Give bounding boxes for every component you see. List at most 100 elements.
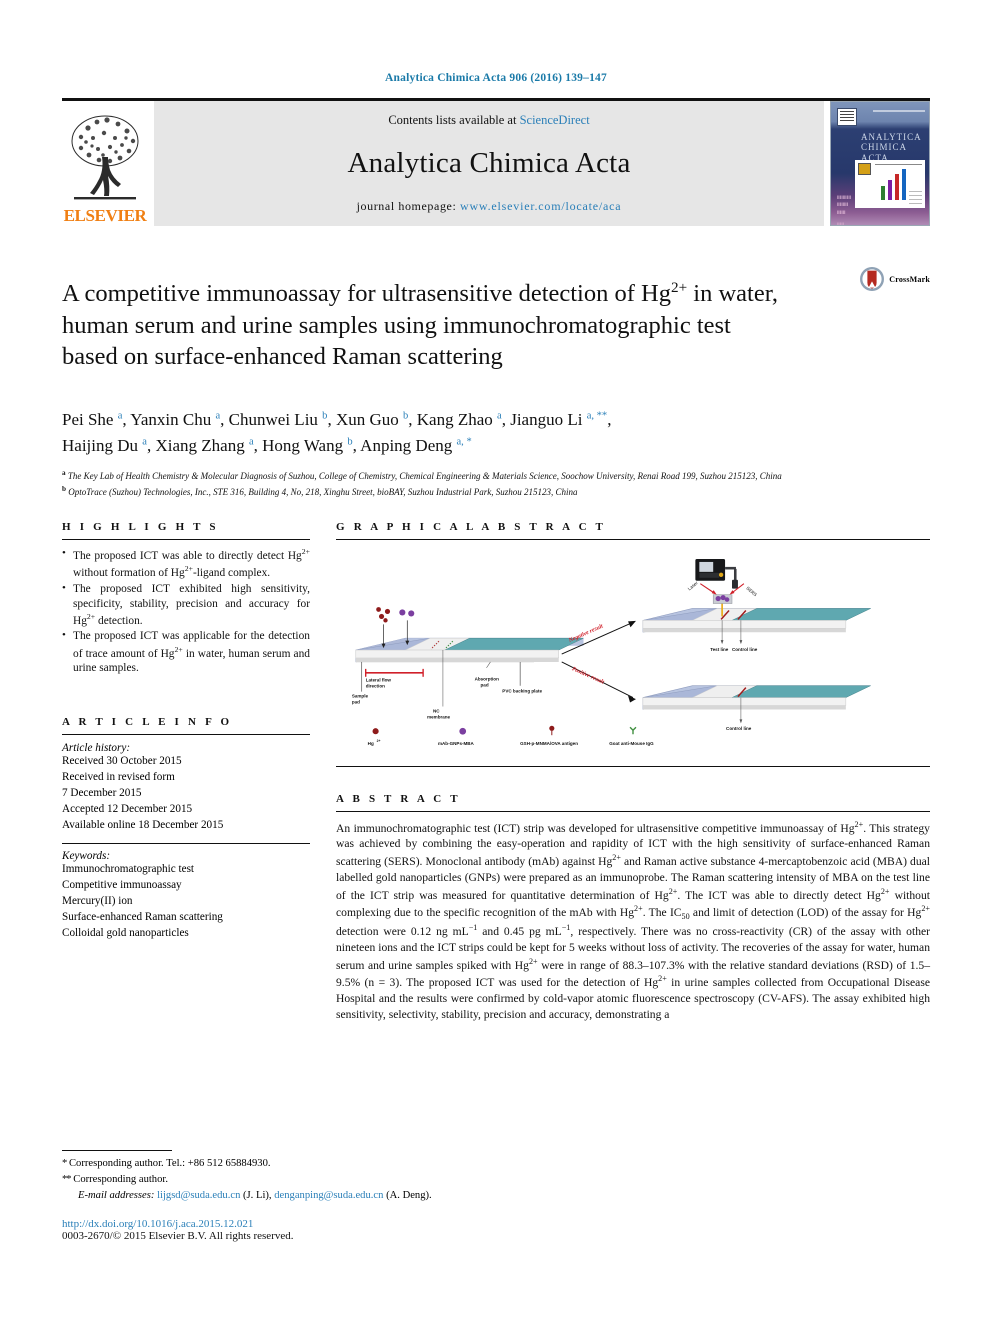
left-column: H I G H L I G H T S The proposed ICT was… bbox=[62, 521, 310, 1023]
doi-link[interactable]: http://dx.doi.org/10.1016/j.aca.2015.12.… bbox=[62, 1218, 622, 1230]
legend-item-hg: Hg bbox=[368, 741, 374, 746]
keywords-label: Keywords: bbox=[62, 849, 111, 862]
nc-membrane-label: NC bbox=[433, 708, 440, 713]
article-history-item: Available online 18 December 2015 bbox=[62, 819, 224, 832]
graphical-abstract-bottom-rule bbox=[336, 765, 930, 767]
abstract-text: An immunochromatographic test (ICT) stri… bbox=[336, 819, 931, 1021]
highlight-item: The proposed ICT exhibited high sensitiv… bbox=[62, 581, 310, 629]
highlights-list: The proposed ICT was able to directly de… bbox=[62, 546, 310, 677]
affiliation-a-mark: a bbox=[62, 468, 66, 477]
contents-available-line: Contents lists available at ScienceDirec… bbox=[388, 113, 589, 128]
keyword-item: Competitive immunoassay bbox=[62, 878, 182, 891]
cover-footer-text: ‖‖‖‖‖‖‖‖‖‖ ‖‖‖‖‖‖‖‖ ‖‖‖‖‖‖ bbox=[837, 195, 852, 216]
keyword-item: Colloidal gold nanoparticles bbox=[62, 926, 189, 939]
article-history-item: 7 December 2015 bbox=[62, 787, 142, 800]
elsevier-tree-icon bbox=[71, 115, 139, 200]
legend-item-igg: Goat anti-Mouse IgG bbox=[609, 741, 654, 746]
legend-antigen-glyph bbox=[549, 725, 555, 736]
right-column: G R A P H I C A L A B S T R A C T Latera… bbox=[336, 521, 930, 1023]
title-block: A competitive immunoassay for ultrasensi… bbox=[62, 262, 930, 389]
abstract-divider bbox=[336, 810, 930, 812]
corresponding-author-2: ** Corresponding author. bbox=[62, 1172, 622, 1188]
copyright-line: 0003-2670/© 2015 Elsevier B.V. All right… bbox=[62, 1229, 294, 1242]
control-line-only-label: Control line bbox=[726, 726, 752, 731]
sample-pad-label: Sample bbox=[352, 693, 369, 698]
cover-top-rule bbox=[873, 110, 925, 112]
highlight-item: The proposed ICT was able to directly de… bbox=[62, 546, 310, 581]
highlights-divider bbox=[62, 538, 310, 540]
affiliation-a: a The Key Lab of Health Chemistry & Mole… bbox=[62, 468, 930, 483]
lateral-flow-label: Lateral flow bbox=[366, 678, 392, 683]
email-owner-2: (A. Deng). bbox=[386, 1189, 432, 1201]
graphical-abstract-figure-wrap: Lateral flow direction Sample pad NC mem… bbox=[336, 538, 930, 767]
email-link-1[interactable]: lijgsd@suda.edu.cn bbox=[157, 1190, 240, 1201]
raman-reader-device: Laser SERS bbox=[687, 558, 758, 604]
corr-text-1: Corresponding author. Tel.: +86 512 6588… bbox=[68, 1158, 271, 1169]
absorption-pad-label-2: pad bbox=[481, 683, 489, 688]
laser-in-label: Laser bbox=[687, 580, 699, 591]
crossmark-badge[interactable]: CrossMark bbox=[859, 266, 930, 292]
journal-homepage-line: journal homepage: www.elsevier.com/locat… bbox=[357, 199, 622, 214]
cover-panel-line bbox=[875, 164, 922, 165]
title-superscript: 2+ bbox=[670, 279, 688, 297]
graphical-abstract-heading: G R A P H I C A L A B S T R A C T bbox=[336, 520, 607, 533]
journal-masthead: ELSEVIER Contents lists available at Sci… bbox=[62, 98, 930, 226]
affiliation-a-text: The Key Lab of Health Chemistry & Molecu… bbox=[67, 470, 782, 481]
positive-result-strip: Control line bbox=[642, 685, 871, 731]
positive-result-label: Positive result bbox=[571, 666, 605, 686]
contents-prefix: Contents lists available at bbox=[388, 113, 520, 127]
cover-text-block: ‖‖‖‖‖‖‖‖‖‖‖‖‖‖‖‖‖‖‖‖‖‖‖ bbox=[837, 223, 845, 226]
keyword-item: Surface-enhanced Raman scattering bbox=[62, 910, 223, 923]
article-history-item: Received in revised form bbox=[62, 771, 175, 784]
corr-text-2: Corresponding author. bbox=[73, 1173, 168, 1185]
corresponding-author-1: * Corresponding author. Tel.: +86 512 65… bbox=[62, 1156, 622, 1172]
cover-title-text: ANALYTICA CHIMICA ACTA bbox=[861, 132, 922, 163]
test-line-label: Test line bbox=[710, 647, 729, 652]
keywords-block: Keywords: Immunochromatographic test Com… bbox=[62, 850, 310, 942]
lateral-flow-label-2: direction bbox=[366, 684, 385, 689]
homepage-url-link[interactable]: www.elsevier.com/locate/aca bbox=[460, 199, 621, 213]
highlight-item: The proposed ICT was applicable for the … bbox=[62, 628, 310, 676]
control-line-label: Control line bbox=[732, 647, 758, 652]
corr-mark-2: ** bbox=[62, 1173, 72, 1185]
article-history-label: Article history: bbox=[62, 742, 131, 755]
cover-logo-icon bbox=[837, 108, 857, 126]
legend-igg-glyph bbox=[629, 726, 637, 735]
keyword-item: Immunochromatographic test bbox=[62, 862, 195, 875]
article-info-block: A R T I C L E I N F O Article history: R… bbox=[62, 716, 310, 941]
affiliation-b-text: OptoTrace (Suzhou) Technologies, Inc., S… bbox=[68, 486, 578, 497]
email-link-2[interactable]: denganping@suda.edu.cn bbox=[274, 1190, 383, 1201]
page-footer: * Corresponding author. Tel.: +86 512 65… bbox=[62, 1150, 622, 1242]
graphical-abstract-figure: Lateral flow direction Sample pad NC mem… bbox=[336, 549, 930, 762]
title-part-1: A competitive immunoassay for ultrasensi… bbox=[62, 280, 671, 308]
homepage-prefix: journal homepage: bbox=[356, 199, 460, 213]
journal-cover-thumbnail: ANALYTICA CHIMICA ACTA ‖‖‖‖‖ ‖‖‖‖‖‖‖‖‖‖ ‖‖… bbox=[830, 101, 930, 226]
highlights-heading: H I G H L I G H T S bbox=[62, 520, 219, 533]
content-columns: H I G H L I G H T S The proposed ICT was… bbox=[62, 521, 930, 1023]
keywords-divider bbox=[62, 842, 310, 844]
lateral-flow-diagram: Lateral flow direction Sample pad NC mem… bbox=[352, 558, 871, 746]
email-owner-1: (J. Li), bbox=[243, 1189, 272, 1201]
email-label: E-mail addresses: bbox=[78, 1189, 155, 1201]
raman-signal-label: SERS bbox=[745, 585, 758, 597]
email-addresses-line: E-mail addresses: lijgsd@suda.edu.cn (J.… bbox=[62, 1188, 622, 1204]
journal-banner: Contents lists available at ScienceDirec… bbox=[154, 101, 824, 226]
negative-result-strip: Test line Control line bbox=[642, 602, 871, 652]
article-info-divider bbox=[62, 734, 310, 736]
elsevier-wordmark: ELSEVIER bbox=[63, 206, 147, 225]
legend-item-antigen: GSH-p-MNMA/OVA antigen bbox=[520, 741, 578, 746]
legend-item-hg-sup: 2+ bbox=[377, 739, 381, 743]
keyword-item: Mercury(II) ion bbox=[62, 894, 133, 907]
article-first-page: Analytica Chimica Acta 906 (2016) 139–14… bbox=[0, 0, 992, 1323]
sciencedirect-link[interactable]: ScienceDirect bbox=[520, 113, 590, 127]
corr-mark-1: * bbox=[62, 1158, 67, 1169]
result-branch-arrows: Negative result Positive result bbox=[561, 620, 636, 703]
article-info-heading: A R T I C L E I N F O bbox=[62, 716, 233, 729]
figure-legend: Hg 2+ mAb-GNPs-MBA GSH-p-MNMA/OVA antige… bbox=[368, 725, 654, 746]
affiliation-b-mark: b bbox=[62, 484, 66, 493]
running-head: Analytica Chimica Acta 906 (2016) 139–14… bbox=[385, 72, 607, 84]
author-list: Pei She a, Yanxin Chu a, Chunwei Liu b, … bbox=[62, 410, 612, 456]
elsevier-logo: ELSEVIER bbox=[62, 101, 148, 226]
pvc-plate-label: PVC backing plate bbox=[502, 688, 542, 693]
absorption-pad-label: Absorption bbox=[475, 677, 499, 682]
